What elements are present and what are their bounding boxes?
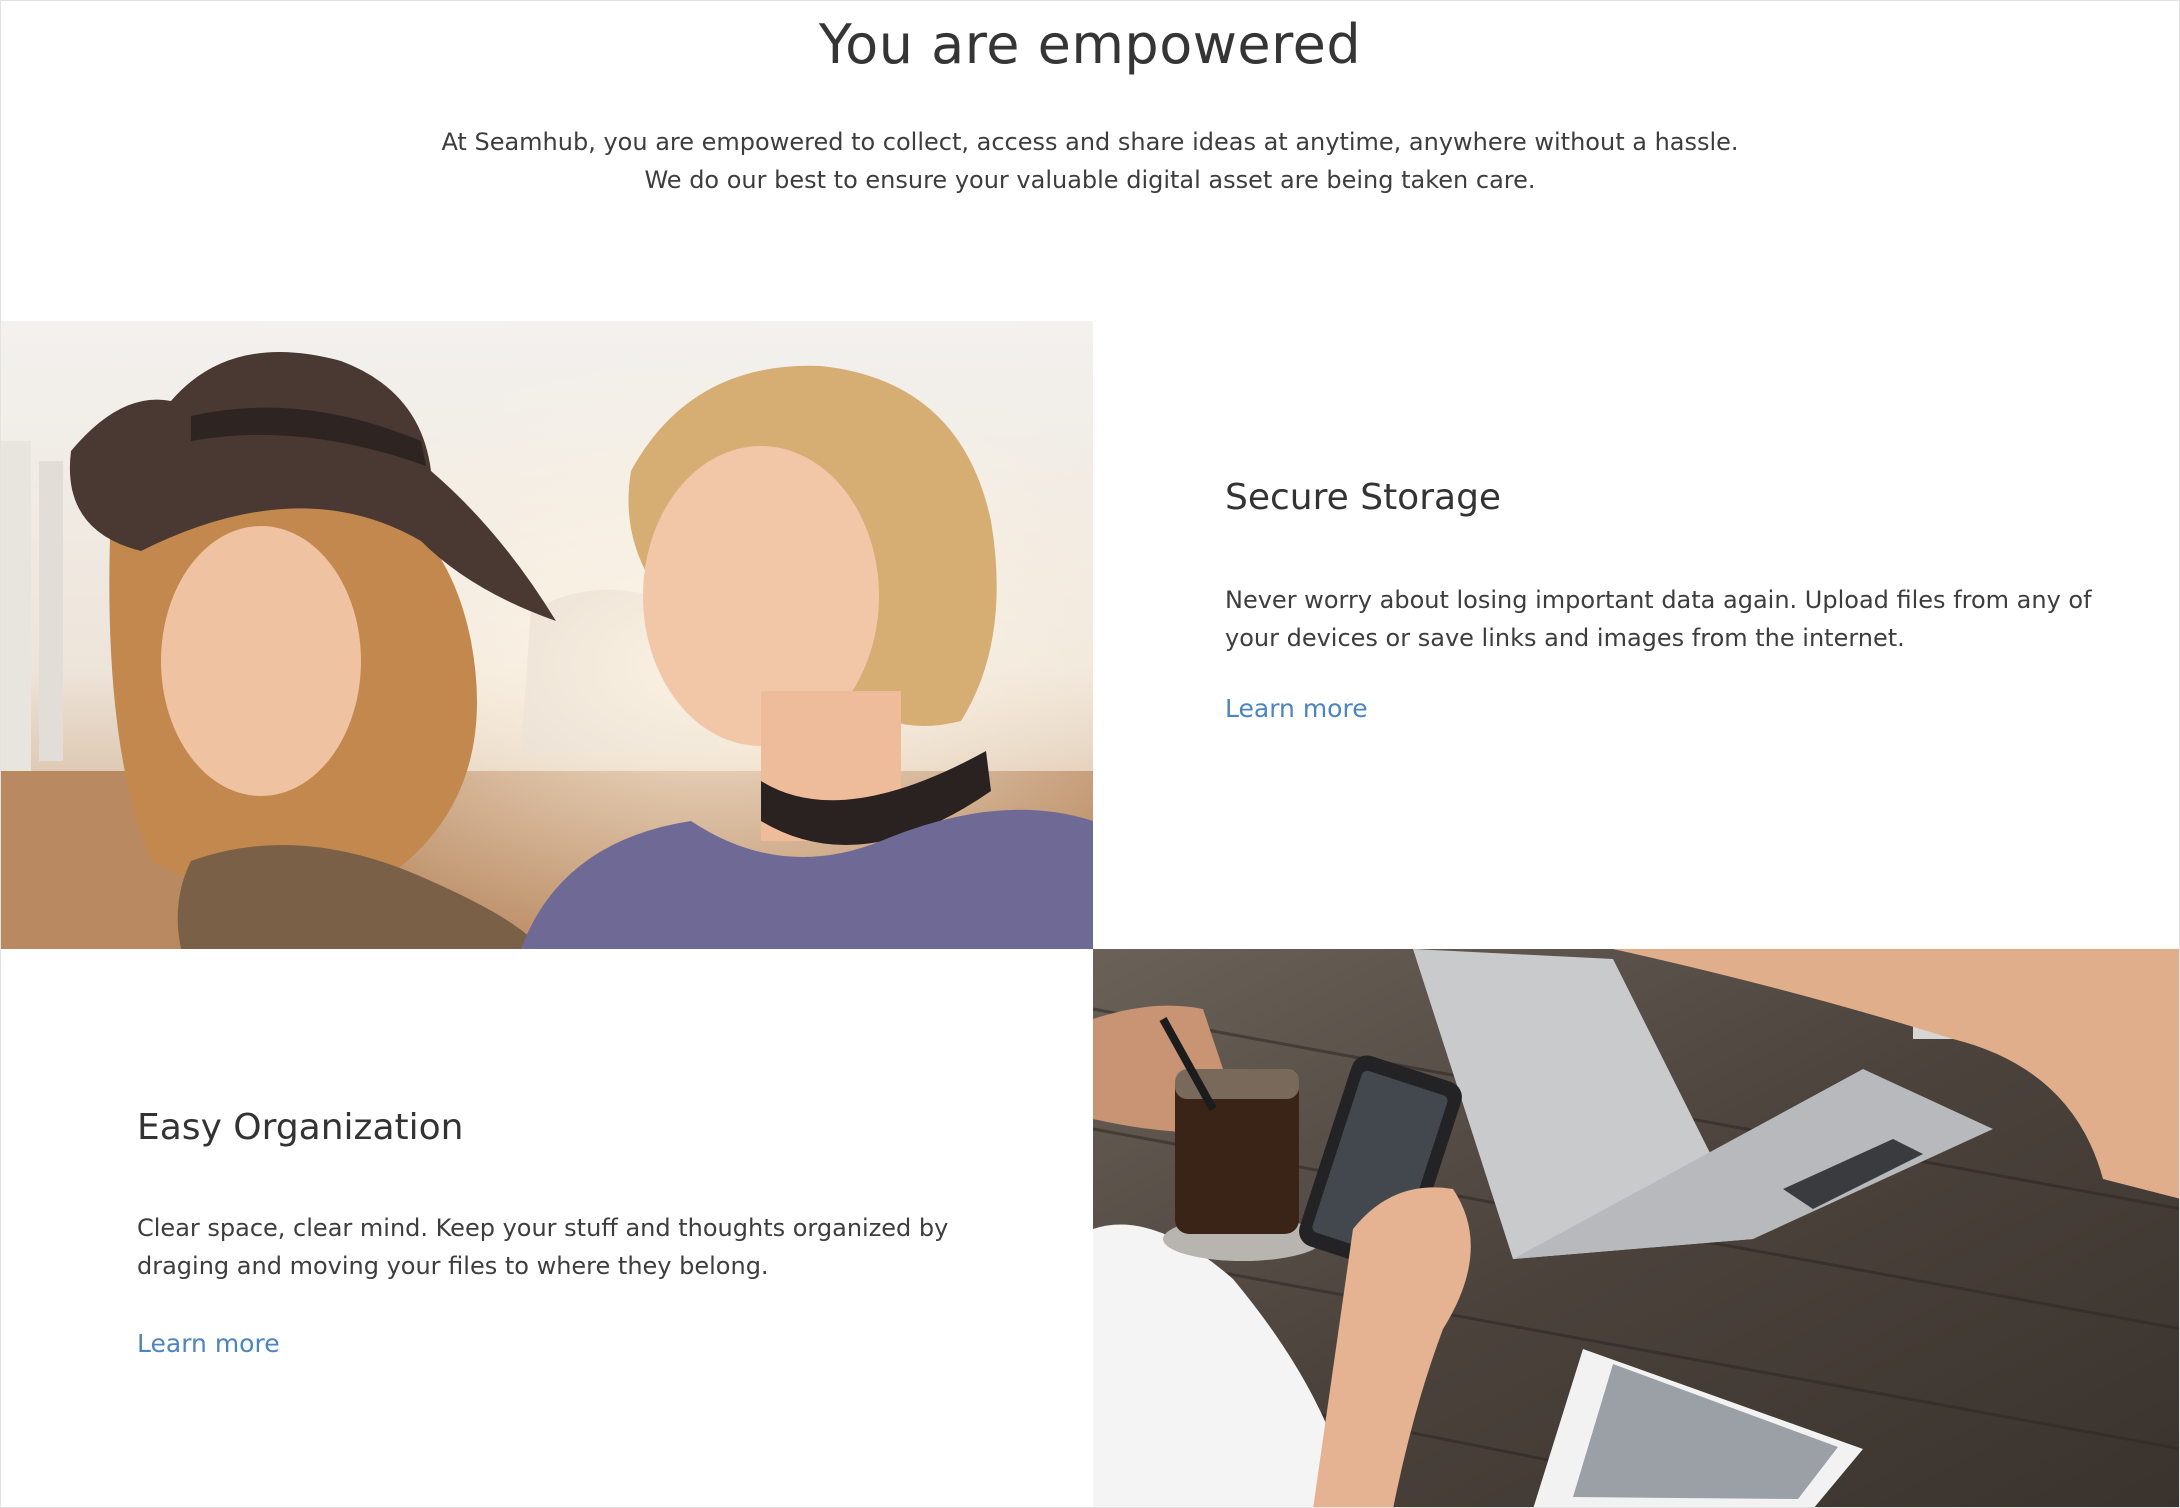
easy-organization-description: Clear space, clear mind. Keep your stuff…	[137, 1214, 949, 1280]
page-title: You are empowered	[818, 13, 1362, 76]
easy-organization-title: Easy Organization	[137, 1107, 464, 1148]
secure-storage-title: Secure Storage	[1225, 477, 1502, 518]
secure-storage-photo	[1, 321, 1093, 949]
hero-subtitle-line-1: At Seamhub, you are empowered to collect…	[441, 128, 1739, 156]
hero-subtitle: At Seamhub, you are empowered to collect…	[1, 123, 2179, 199]
easy-organization-learn-more-link[interactable]: Learn more	[137, 1329, 280, 1358]
page: You are empowered At Seamhub, you are em…	[0, 0, 2180, 1508]
hero-subtitle-line-2: We do our best to ensure your valuable d…	[644, 166, 1536, 194]
easy-organization-photo	[1093, 949, 2179, 1507]
secure-storage-description: Never worry about losing important data …	[1225, 586, 2092, 652]
secure-storage-learn-more-link[interactable]: Learn more	[1225, 694, 1368, 723]
